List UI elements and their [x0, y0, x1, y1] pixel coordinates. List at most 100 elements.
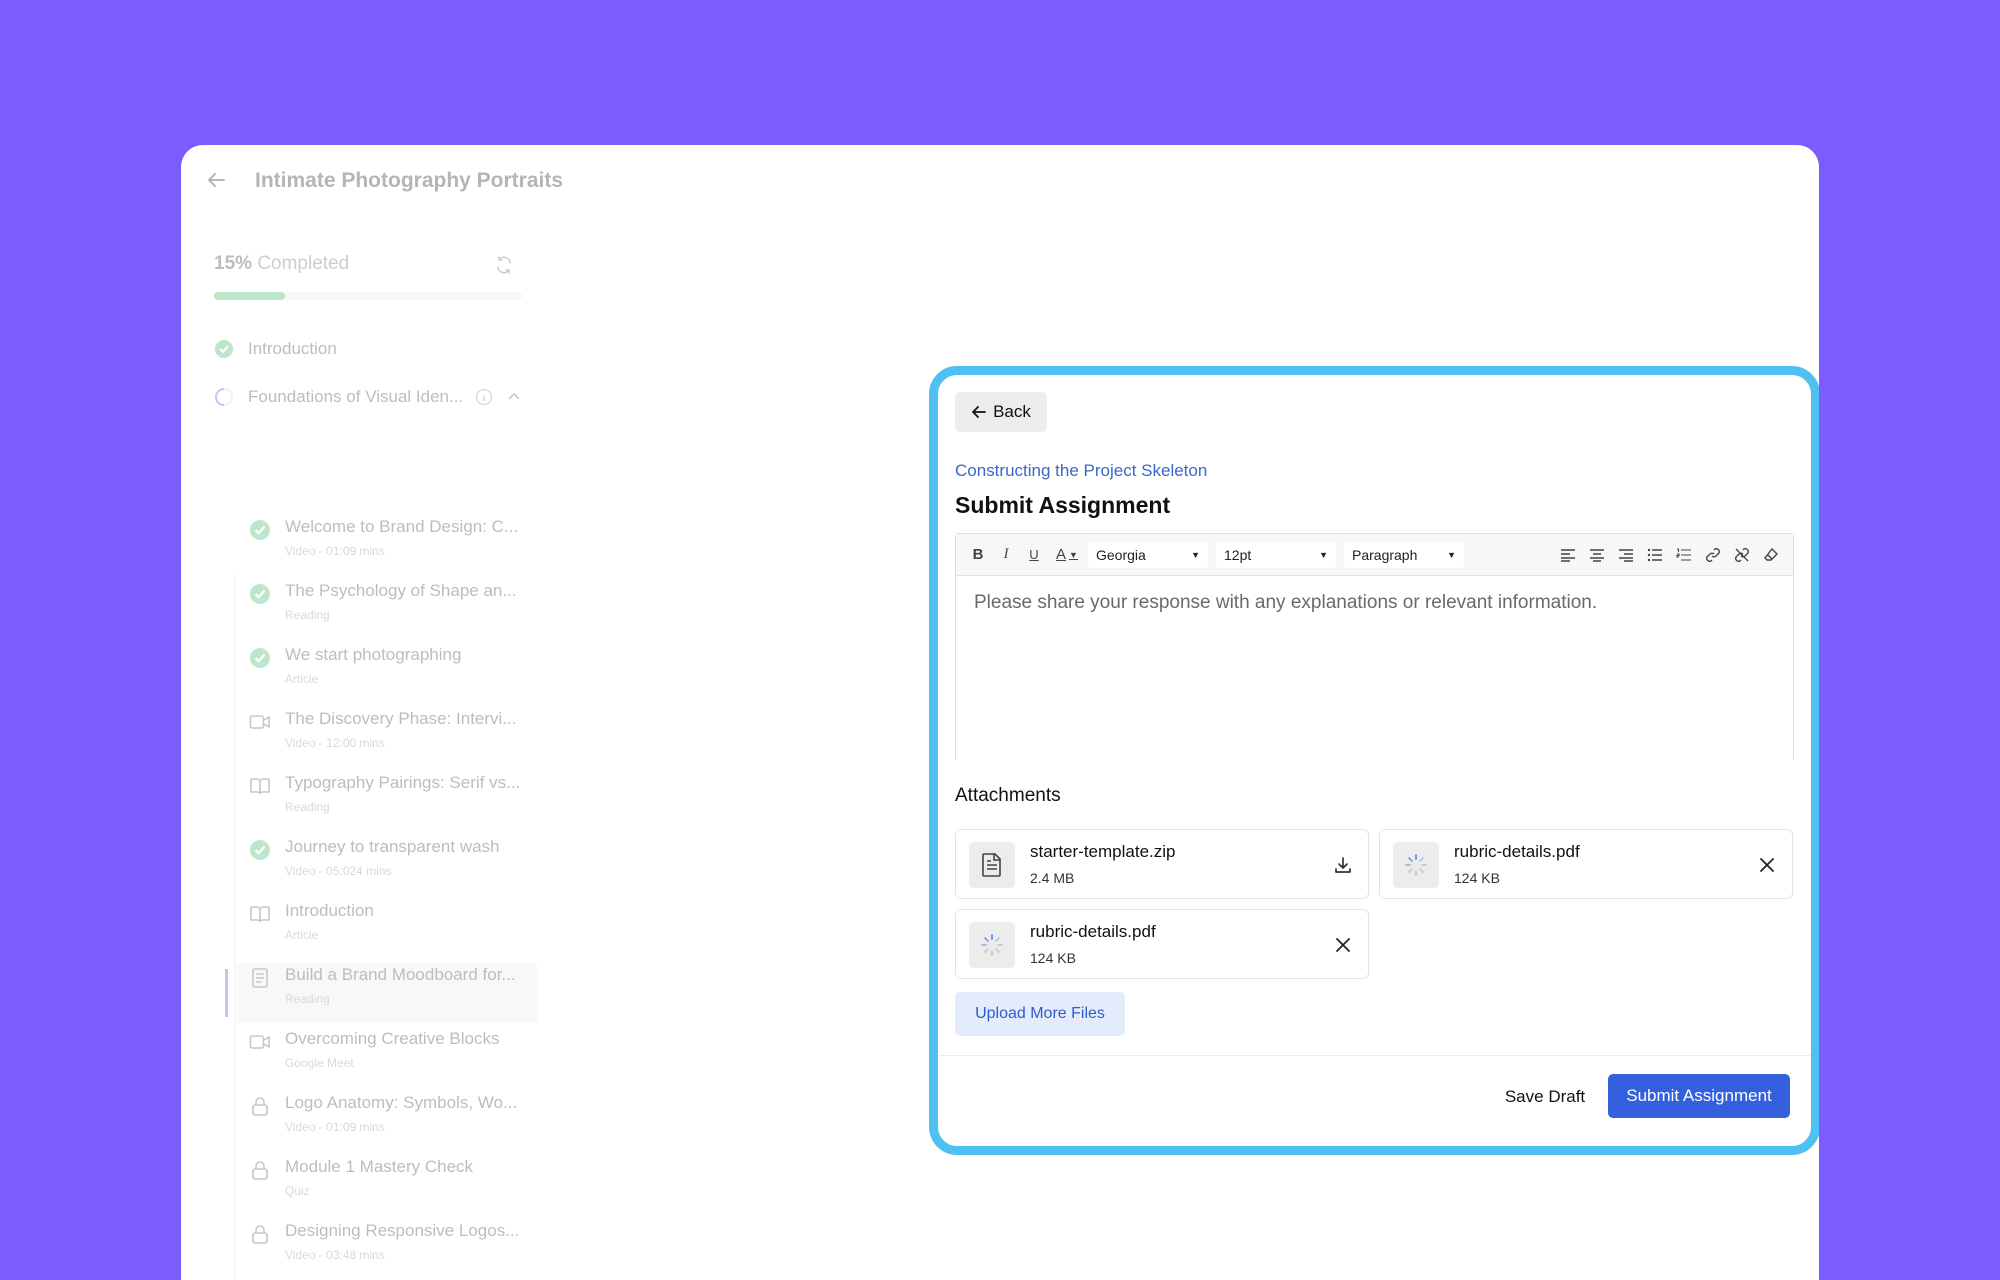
lesson-item[interactable]: Introduction Article	[249, 899, 549, 955]
progress-bar	[214, 292, 522, 300]
attachment-card: rubric-details.pdf 124 KB	[1379, 829, 1793, 899]
save-draft-button[interactable]: Save Draft	[1485, 1075, 1605, 1119]
close-icon	[1336, 938, 1350, 952]
numbered-list-icon[interactable]	[1672, 543, 1696, 567]
back-arrow-icon[interactable]	[205, 169, 227, 191]
upload-more-files-button[interactable]: Upload More Files	[955, 992, 1125, 1036]
lock-icon	[249, 1095, 271, 1117]
underline-icon[interactable]: U	[1022, 543, 1046, 567]
submit-assignment-modal: Back Constructing the Project Skeleton S…	[929, 366, 1819, 1155]
book-icon	[249, 775, 271, 797]
lesson-subtitle: Reading	[285, 800, 330, 814]
file-size: 124 KB	[1454, 870, 1500, 886]
file-name: rubric-details.pdf	[1454, 842, 1580, 861]
loading-spinner-icon	[1405, 854, 1427, 876]
bold-icon[interactable]: B	[966, 543, 990, 567]
file-thumb	[969, 922, 1015, 968]
lesson-subtitle: Video - 03:48 mins	[285, 1248, 385, 1262]
download-button[interactable]	[1330, 852, 1356, 878]
check-circle-icon	[215, 340, 233, 358]
lesson-subtitle: Video - 12:00 mins	[285, 736, 385, 750]
lesson-title: Logo Anatomy: Symbols, Wo...	[285, 1093, 518, 1112]
response-textarea[interactable]	[956, 576, 1793, 762]
lesson-subtitle: Google Meet	[285, 1056, 354, 1070]
footer-divider	[938, 1055, 1811, 1056]
lesson-item[interactable]: Designing Responsive Logos... Video - 03:…	[249, 1219, 549, 1275]
lesson-title: Welcome to Brand Design: C...	[285, 517, 519, 536]
remove-file-button[interactable]	[1330, 932, 1356, 958]
section-introduction[interactable]: Introduction	[214, 337, 337, 361]
lesson-title: Build a Brand Moodboard for...	[285, 965, 516, 984]
document-icon	[249, 967, 271, 989]
lesson-item[interactable]: Module 1 Mastery Check Quiz	[249, 1155, 549, 1211]
lock-icon	[249, 1223, 271, 1245]
breadcrumb[interactable]: Constructing the Project Skeleton	[955, 461, 1207, 481]
course-header: Intimate Photography Portraits	[181, 145, 1819, 215]
download-icon	[1335, 857, 1351, 873]
unlink-icon[interactable]	[1730, 543, 1754, 567]
lesson-title: The Psychology of Shape an...	[285, 581, 517, 600]
chevron-up-icon[interactable]	[505, 388, 523, 406]
lesson-title: Designing Responsive Logos...	[285, 1221, 520, 1240]
in-progress-icon	[215, 388, 233, 406]
align-center-icon[interactable]	[1585, 543, 1609, 567]
check-circle-icon	[249, 839, 271, 861]
lesson-title: Module 1 Mastery Check	[285, 1157, 474, 1176]
lesson-item[interactable]: Build a Brand Moodboard for... Reading	[249, 963, 549, 1019]
block-format-select[interactable]: Paragraph ▼	[1344, 541, 1464, 568]
loading-spinner-icon	[981, 934, 1003, 956]
lesson-title: Overcoming Creative Blocks	[285, 1029, 500, 1048]
lesson-item[interactable]: We start photographing Article	[249, 643, 549, 699]
book-icon	[249, 903, 271, 925]
lesson-title: The Discovery Phase: Intervi...	[285, 709, 517, 728]
file-document-icon	[982, 853, 1001, 877]
font-family-select[interactable]: Georgia ▼	[1088, 541, 1208, 568]
lesson-item[interactable]: The Psychology of Shape an... Reading	[249, 579, 549, 635]
course-title: Intimate Photography Portraits	[255, 169, 564, 192]
lesson-title: Typography Pairings: Serif vs...	[285, 773, 521, 792]
course-sidebar: 15% Completed Introduction Foundations o…	[181, 215, 561, 1280]
lesson-item[interactable]: Journey to transparent wash Video - 05:02…	[249, 835, 549, 891]
lesson-item[interactable]: Typography Pairings: Serif vs... Reading	[249, 771, 549, 827]
section-label: Foundations of Visual Iden...	[248, 387, 464, 406]
font-size-select[interactable]: 12pt ▼	[1216, 541, 1336, 568]
attachment-card: rubric-details.pdf 124 KB	[955, 909, 1369, 979]
course-window: Intimate Photography Portraits 15% Compl…	[181, 145, 1819, 1280]
editor-toolbar: B I U A ▼ Georgia ▼ 12pt ▼ Paragraph ▼	[956, 534, 1793, 576]
align-right-icon[interactable]	[1614, 543, 1638, 567]
text-color-icon[interactable]: A ▼	[1050, 543, 1084, 567]
align-left-icon[interactable]	[1556, 543, 1580, 567]
file-size: 2.4 MB	[1030, 870, 1075, 886]
attachments-heading: Attachments	[955, 785, 1061, 806]
lesson-title: Journey to transparent wash	[285, 837, 500, 856]
back-button[interactable]: Back	[955, 392, 1047, 432]
lesson-subtitle: Article	[285, 672, 319, 686]
clear-format-icon[interactable]	[1759, 543, 1783, 567]
link-icon[interactable]	[1701, 543, 1725, 567]
refresh-icon[interactable]	[494, 255, 514, 275]
lesson-subtitle: Video - 05:024 mins	[285, 864, 392, 878]
lesson-subtitle: Reading	[285, 992, 330, 1006]
section-label: Introduction	[248, 339, 337, 358]
remove-file-button[interactable]	[1754, 852, 1780, 878]
lesson-item[interactable]: Welcome to Brand Design: C... Video - 01:…	[249, 515, 549, 571]
lesson-item[interactable]: The Discovery Phase: Intervi... Video - 1…	[249, 707, 549, 763]
lesson-subtitle: Reading	[285, 608, 330, 622]
section-foundations[interactable]: Foundations of Visual Iden...	[214, 385, 523, 409]
lesson-item[interactable]: Logo Anatomy: Symbols, Wo... Video - 01:0…	[249, 1091, 549, 1147]
file-thumb	[1393, 842, 1439, 888]
lesson-tree-line	[234, 575, 236, 1280]
check-circle-icon	[249, 583, 271, 605]
attachment-card: starter-template.zip 2.4 MB	[955, 829, 1369, 899]
file-size: 124 KB	[1030, 950, 1076, 966]
file-name: rubric-details.pdf	[1030, 922, 1156, 941]
submit-assignment-button[interactable]: Submit Assignment	[1608, 1074, 1790, 1118]
lesson-subtitle: Video - 01:09 mins	[285, 544, 385, 558]
lesson-subtitle: Article	[285, 928, 319, 942]
info-icon[interactable]	[475, 388, 493, 406]
active-lesson-indicator	[225, 969, 228, 1017]
file-thumb	[969, 842, 1015, 888]
lesson-item[interactable]: Overcoming Creative Blocks Google Meet	[249, 1027, 549, 1083]
italic-icon[interactable]: I	[994, 543, 1018, 567]
bullet-list-icon[interactable]	[1643, 543, 1667, 567]
